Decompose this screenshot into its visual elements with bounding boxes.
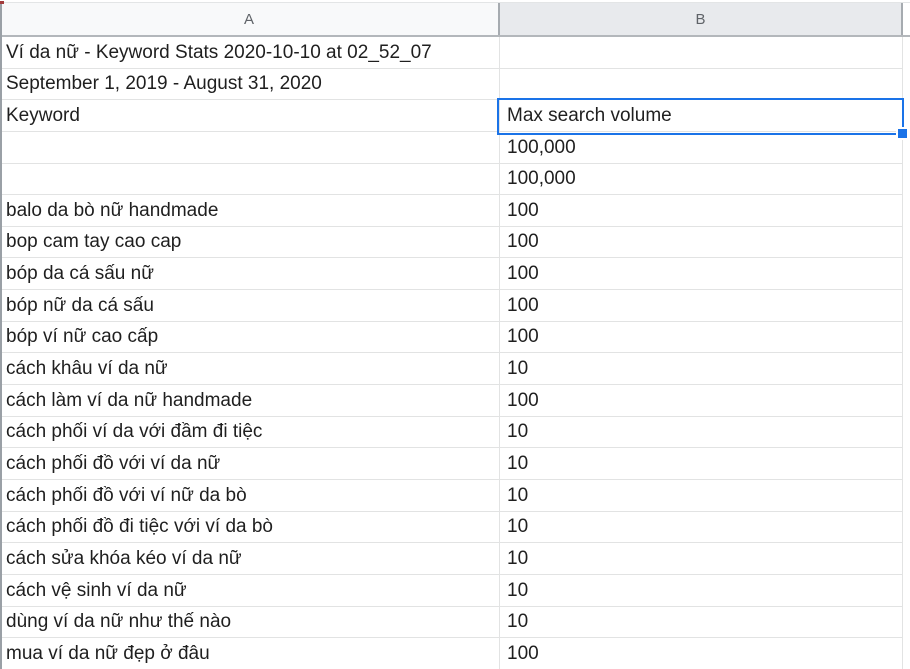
cell-A17[interactable]: cách sửa khóa kéo ví da nữ	[0, 543, 500, 575]
corner-red-mark	[0, 1, 4, 4]
column-header-b[interactable]: B	[500, 3, 903, 35]
cell-B1[interactable]	[500, 37, 903, 69]
column-headers: A B	[0, 2, 910, 37]
cell-A16[interactable]: cách phối đồ đi tiệc với ví da bò	[0, 512, 500, 544]
cell-A13[interactable]: cách phối ví da với đầm đi tiệc	[0, 417, 500, 449]
table-row: cách phối đồ đi tiệc với ví da bò10	[0, 512, 910, 544]
table-row: cách làm ví da nữ handmade100	[0, 385, 910, 417]
cell-A20[interactable]: mua ví da nữ đẹp ở đâu	[0, 638, 500, 669]
table-row: cách khâu ví da nữ10	[0, 353, 910, 385]
column-header-a[interactable]: A	[0, 3, 500, 35]
table-row: bóp ví nữ cao cấp100	[0, 322, 910, 354]
cell-A2[interactable]: September 1, 2019 - August 31, 2020	[0, 69, 500, 101]
cell-B8[interactable]: 100	[500, 258, 903, 290]
cell-B2[interactable]	[500, 69, 903, 101]
table-row: bóp da cá sấu nữ100	[0, 258, 910, 290]
table-row: balo da bò nữ handmade100	[0, 195, 910, 227]
cell-B19[interactable]: 10	[500, 607, 903, 639]
table-row: Ví da nữ - Keyword Stats 2020-10-10 at 0…	[0, 37, 910, 69]
table-row: 100,000	[0, 132, 910, 164]
cell-A18[interactable]: cách vệ sinh ví da nữ	[0, 575, 500, 607]
table-row: cách phối ví da với đầm đi tiệc10	[0, 417, 910, 449]
table-row: bóp nữ da cá sấu100	[0, 290, 910, 322]
cell-B14[interactable]: 10	[500, 448, 903, 480]
cell-A14[interactable]: cách phối đồ với ví da nữ	[0, 448, 500, 480]
table-row: dùng ví da nữ như thế nào10	[0, 607, 910, 639]
cell-A8[interactable]: bóp da cá sấu nữ	[0, 258, 500, 290]
cell-A19[interactable]: dùng ví da nữ như thế nào	[0, 607, 500, 639]
cell-A7[interactable]: bop cam tay cao cap	[0, 227, 500, 259]
table-row: cách phối đồ với ví da nữ10	[0, 448, 910, 480]
spreadsheet: A B Ví da nữ - Keyword Stats 2020-10-10 …	[0, 0, 910, 669]
table-row: cách phối đồ với ví nữ da bò10	[0, 480, 910, 512]
cell-B6[interactable]: 100	[500, 195, 903, 227]
table-row: cách sửa khóa kéo ví da nữ10	[0, 543, 910, 575]
sheet-left-border	[0, 2, 2, 669]
header-gutter	[903, 3, 910, 35]
cell-B15[interactable]: 10	[500, 480, 903, 512]
cell-B7[interactable]: 100	[500, 227, 903, 259]
selected-cell-outline[interactable]	[497, 98, 904, 135]
cell-A5[interactable]	[0, 164, 500, 196]
cell-B5[interactable]: 100,000	[500, 164, 903, 196]
table-row: 100,000	[0, 164, 910, 196]
cell-B4[interactable]: 100,000	[500, 132, 903, 164]
cell-B12[interactable]: 100	[500, 385, 903, 417]
cell-B17[interactable]: 10	[500, 543, 903, 575]
column-header-a-label: A	[244, 11, 254, 28]
cell-B13[interactable]: 10	[500, 417, 903, 449]
cell-A1[interactable]: Ví da nữ - Keyword Stats 2020-10-10 at 0…	[0, 37, 500, 69]
column-header-b-label: B	[695, 11, 705, 28]
cell-B10[interactable]: 100	[500, 322, 903, 354]
fill-handle[interactable]	[896, 127, 909, 140]
fill-handle-square	[898, 129, 907, 138]
cell-B9[interactable]: 100	[500, 290, 903, 322]
table-row: bop cam tay cao cap100	[0, 227, 910, 259]
table-row: September 1, 2019 - August 31, 2020	[0, 69, 910, 101]
cell-A10[interactable]: bóp ví nữ cao cấp	[0, 322, 500, 354]
cell-B11[interactable]: 10	[500, 353, 903, 385]
cell-A4[interactable]	[0, 132, 500, 164]
cell-A11[interactable]: cách khâu ví da nữ	[0, 353, 500, 385]
cell-A6[interactable]: balo da bò nữ handmade	[0, 195, 500, 227]
cell-B18[interactable]: 10	[500, 575, 903, 607]
cell-B20[interactable]: 100	[500, 638, 903, 669]
cell-B16[interactable]: 10	[500, 512, 903, 544]
cell-A12[interactable]: cách làm ví da nữ handmade	[0, 385, 500, 417]
cell-A3[interactable]: Keyword	[0, 100, 500, 132]
cell-A9[interactable]: bóp nữ da cá sấu	[0, 290, 500, 322]
cell-A15[interactable]: cách phối đồ với ví nữ da bò	[0, 480, 500, 512]
table-row: mua ví da nữ đẹp ở đâu100	[0, 638, 910, 669]
table-row: cách vệ sinh ví da nữ10	[0, 575, 910, 607]
